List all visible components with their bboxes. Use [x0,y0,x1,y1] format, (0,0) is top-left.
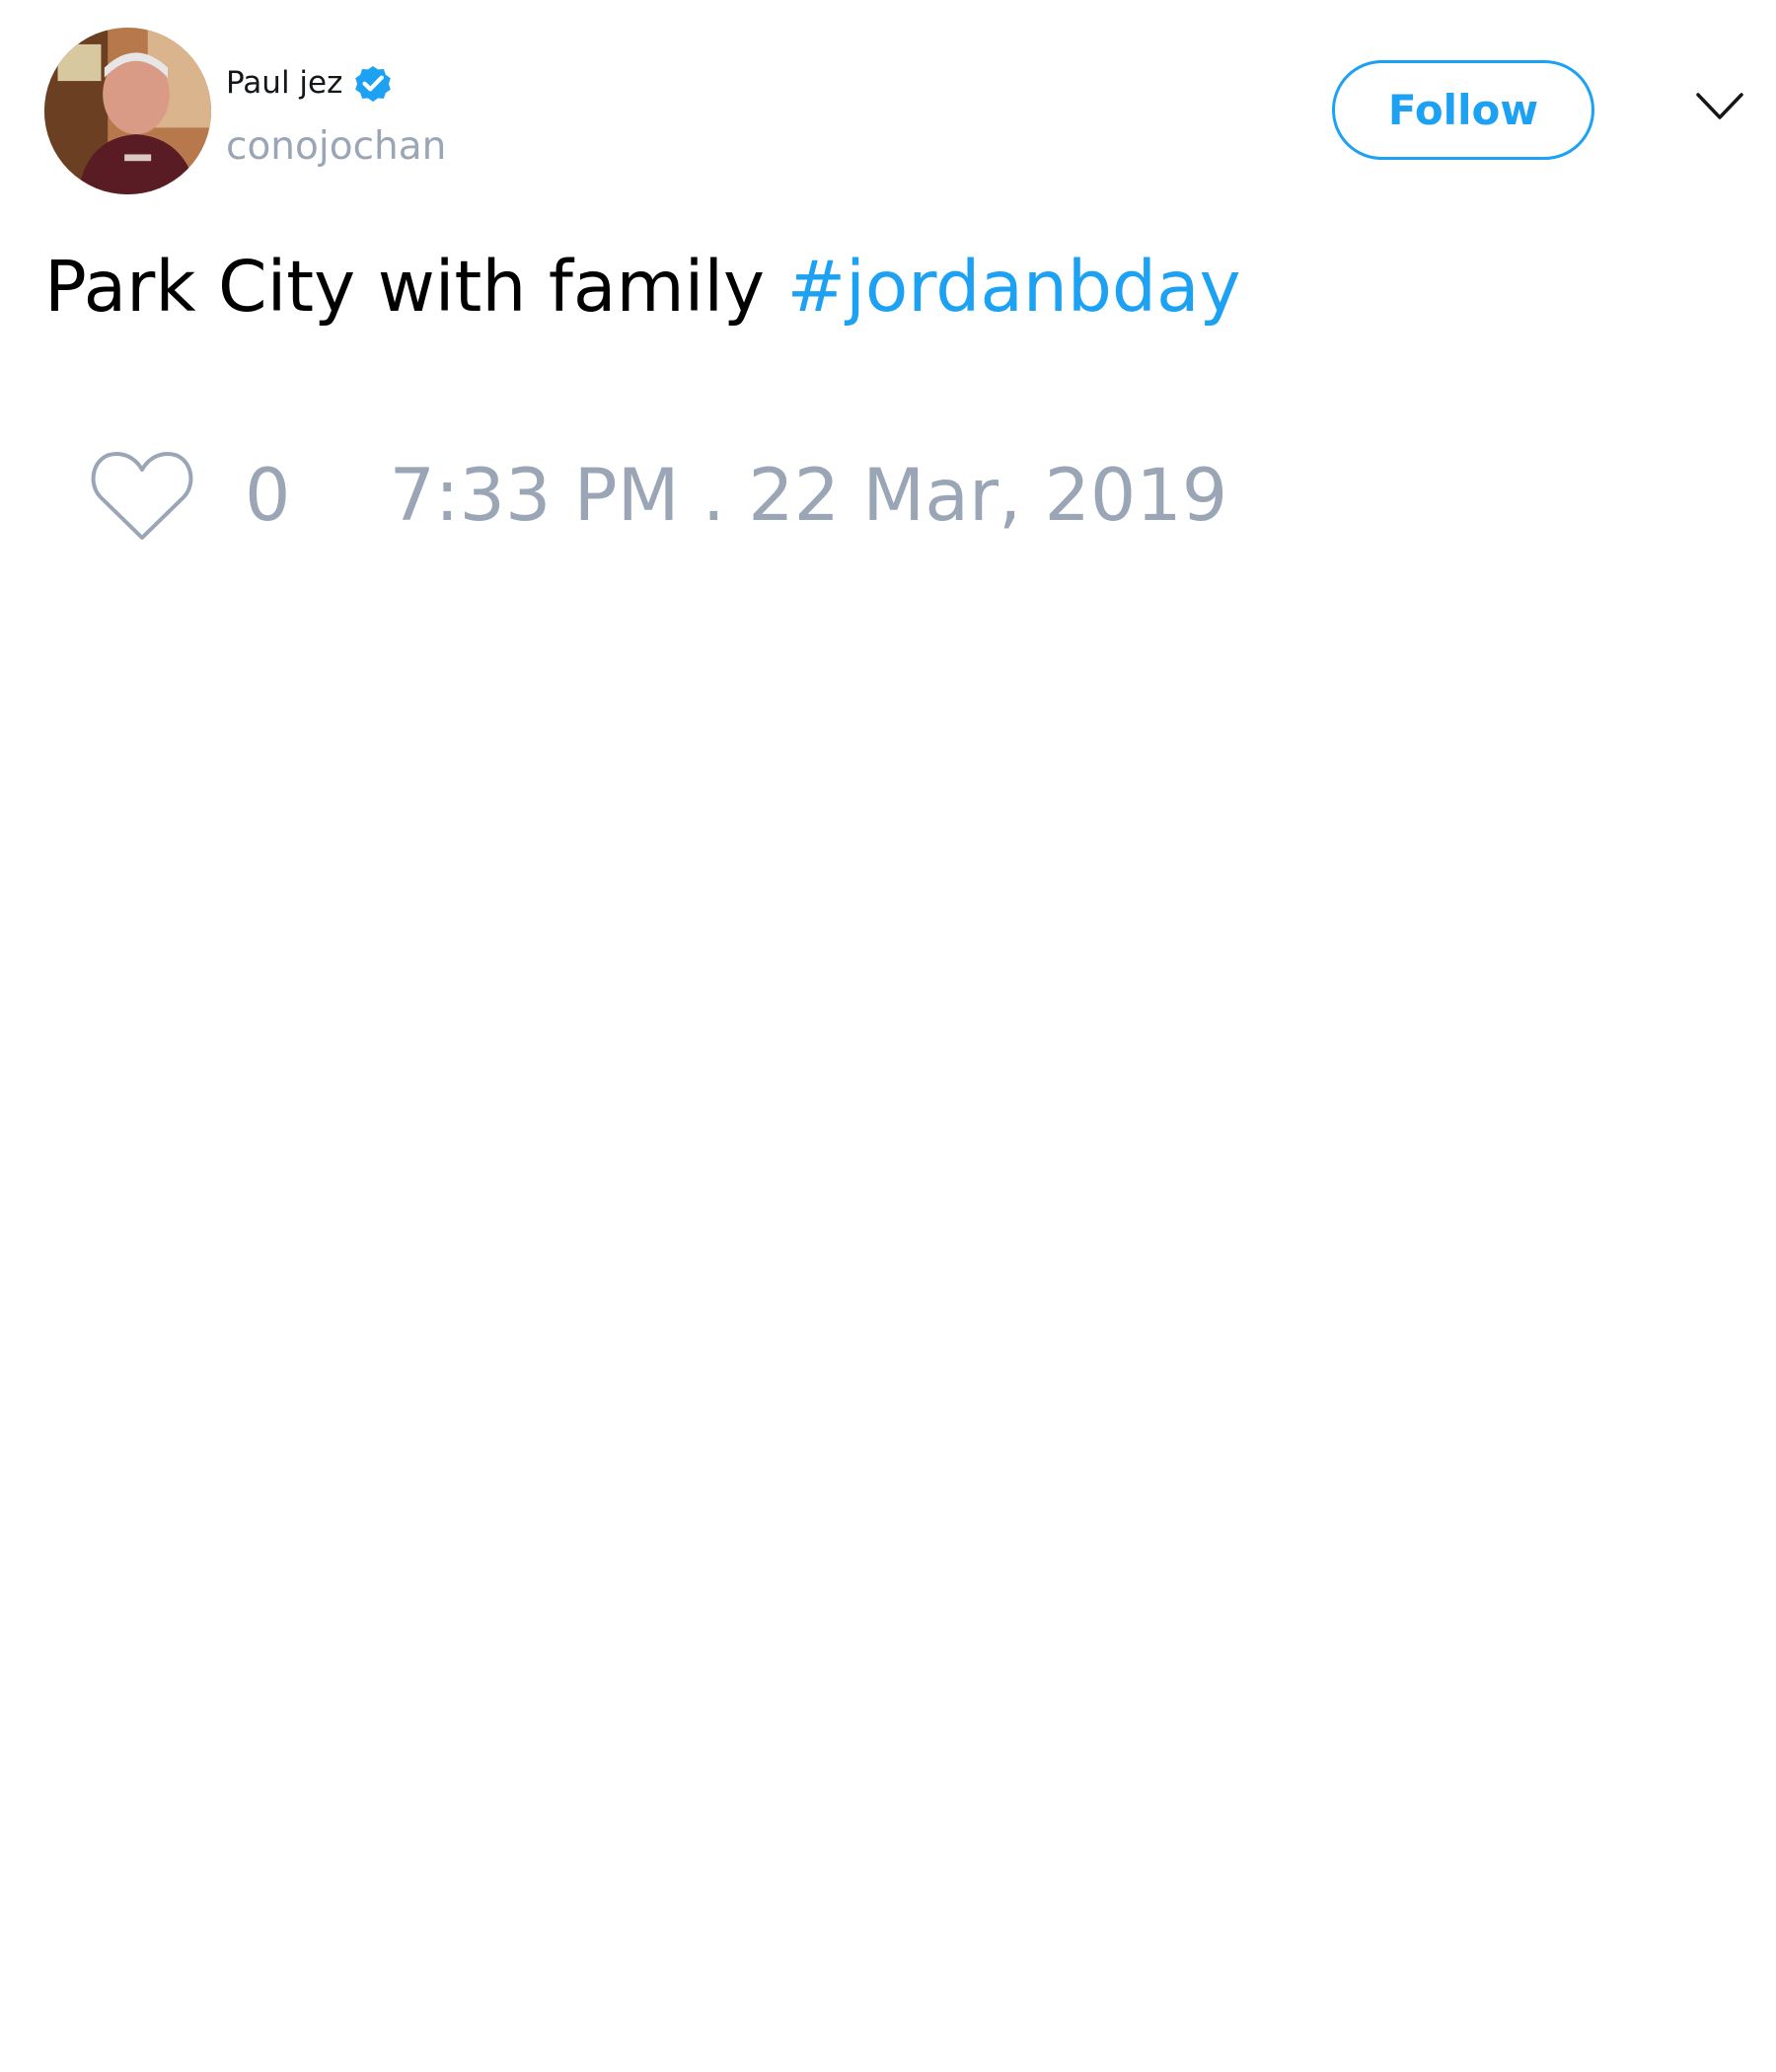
heart-icon[interactable] [89,448,195,543]
verified-badge-icon [350,60,396,106]
author-display-name[interactable]: Paul jez [226,67,342,99]
tweet-body-text: Park City with family [44,246,766,328]
like-count: 0 [245,453,291,538]
tweet-card: Paul jez conojochan Follow Park City wit… [0,0,1776,2072]
chevron-down-icon[interactable] [1695,91,1744,122]
tweet-timestamp[interactable]: 7:33 PM . 22 Mar, 2019 [389,460,1227,532]
author-handle[interactable]: conojochan [226,125,446,169]
tweet-footer: 0 7:33 PM . 22 Mar, 2019 [89,446,1227,545]
hashtag-link[interactable]: #jordanbday [787,246,1241,328]
author-name-row: Paul jez [226,57,396,109]
avatar[interactable] [44,28,211,194]
person-photo-icon [44,28,211,194]
tweet-text: Park City with family #jordanbday [44,245,1241,329]
follow-button[interactable]: Follow [1332,60,1594,160]
